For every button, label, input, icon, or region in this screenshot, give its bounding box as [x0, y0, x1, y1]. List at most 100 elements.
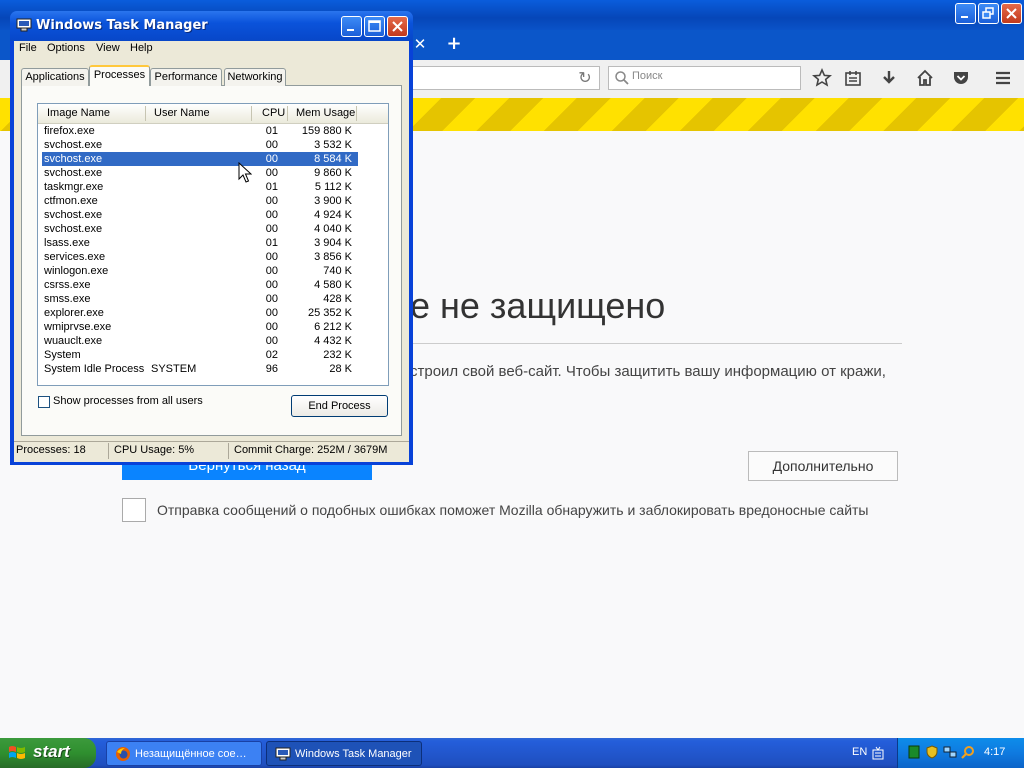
tab-applications[interactable]: Applications: [21, 68, 89, 86]
firefox-close-button[interactable]: [1001, 3, 1022, 24]
search-icon: [615, 71, 629, 85]
show-all-processes-checkbox[interactable]: [38, 396, 50, 408]
bookmarks-library-icon[interactable]: [843, 68, 863, 88]
taskmanager-maximize-button[interactable]: [364, 16, 385, 37]
table-row[interactable]: svchost.exe 00 8 584 K: [42, 152, 358, 166]
advanced-button[interactable]: Дополнительно: [748, 451, 898, 481]
language-indicator[interactable]: EN: [852, 746, 867, 758]
table-row[interactable]: wuauclt.exe 00 4 432 K: [42, 334, 358, 348]
process-name: csrss.exe: [44, 279, 91, 291]
process-cpu: 00: [265, 335, 278, 347]
tray-app-icon[interactable]: [907, 745, 921, 759]
column-separator[interactable]: [287, 106, 288, 121]
table-row[interactable]: ctfmon.exe 00 3 900 K: [42, 194, 358, 208]
table-row[interactable]: taskmgr.exe 01 5 112 K: [42, 180, 358, 194]
windows-flag-icon: [9, 746, 25, 759]
process-mem: 428 K: [323, 293, 352, 305]
table-row[interactable]: lsass.exe 01 3 904 K: [42, 236, 358, 250]
table-row[interactable]: explorer.exe 00 25 352 K: [42, 306, 358, 320]
download-icon[interactable]: [879, 68, 899, 88]
tab-processes[interactable]: Processes: [89, 65, 150, 86]
table-row[interactable]: System 02 232 K: [42, 348, 358, 362]
firefox-icon: [116, 747, 130, 761]
network-icon[interactable]: [943, 745, 957, 759]
search-placeholder: Поиск: [632, 70, 663, 82]
home-icon[interactable]: [915, 68, 935, 88]
firefox-restore-button[interactable]: [978, 3, 999, 24]
table-row[interactable]: smss.exe 00 428 K: [42, 292, 358, 306]
taskbar-task-taskmanager[interactable]: Windows Task Manager: [266, 741, 422, 766]
language-bar-icon[interactable]: [872, 746, 884, 760]
process-mem: 28 K: [329, 363, 352, 375]
tab-close-icon[interactable]: ✕: [412, 34, 428, 54]
pocket-icon[interactable]: [951, 68, 971, 88]
column-header-cpu[interactable]: CPU: [262, 107, 285, 119]
process-name: svchost.exe: [44, 153, 103, 165]
end-process-button[interactable]: End Process: [291, 395, 388, 417]
status-separator: [228, 443, 229, 459]
process-mem: 3 900 K: [314, 195, 352, 207]
process-cpu: 00: [265, 195, 278, 207]
taskmanager-icon: [275, 747, 291, 761]
process-cpu: 00: [265, 251, 278, 263]
search-tray-icon[interactable]: [961, 745, 975, 759]
column-header-user-name[interactable]: User Name: [154, 107, 210, 119]
process-name: System: [44, 349, 81, 361]
process-cpu: 00: [265, 279, 278, 291]
new-tab-icon[interactable]: +: [445, 34, 463, 54]
table-row[interactable]: services.exe 00 3 856 K: [42, 250, 358, 264]
process-mem: 4 580 K: [314, 279, 352, 291]
status-process-count: Processes: 18: [16, 444, 86, 456]
column-separator[interactable]: [145, 106, 146, 121]
process-name: explorer.exe: [44, 307, 104, 319]
column-separator[interactable]: [251, 106, 252, 121]
table-row[interactable]: svchost.exe 00 4 040 K: [42, 222, 358, 236]
security-shield-icon[interactable]: [925, 745, 939, 759]
column-header-mem-usage[interactable]: Mem Usage: [296, 107, 355, 119]
process-cpu: 96: [265, 363, 278, 375]
table-row[interactable]: System Idle Process SYSTEM 96 28 K: [42, 362, 358, 376]
report-errors-checkbox[interactable]: [122, 498, 146, 522]
taskmanager-minimize-button[interactable]: [341, 16, 362, 37]
menu-options[interactable]: Options: [47, 42, 85, 54]
process-name: wmiprvse.exe: [44, 321, 112, 333]
table-row[interactable]: wmiprvse.exe 00 6 212 K: [42, 320, 358, 334]
reload-icon[interactable]: ↻: [575, 68, 595, 88]
tab-networking[interactable]: Networking: [224, 68, 286, 86]
minimize-icon: [961, 16, 968, 18]
menu-icon[interactable]: [993, 68, 1013, 88]
process-mem: 6 212 K: [314, 321, 352, 333]
taskbar-task-label: Windows Task Manager: [295, 748, 412, 760]
table-row[interactable]: svchost.exe 00 4 924 K: [42, 208, 358, 222]
table-row[interactable]: svchost.exe 00 3 532 K: [42, 138, 358, 152]
divider: [410, 343, 902, 344]
process-cpu: 00: [265, 307, 278, 319]
status-separator: [108, 443, 109, 459]
taskbar-task-firefox[interactable]: Незащищённое сое…: [106, 741, 262, 766]
process-mem: 4 924 K: [314, 209, 352, 221]
table-row[interactable]: svchost.exe 00 9 860 K: [42, 166, 358, 180]
process-user: SYSTEM: [151, 363, 197, 375]
taskmanager-close-button[interactable]: [387, 16, 408, 37]
close-icon: [1006, 8, 1017, 19]
process-mem: 8 584 K: [314, 153, 352, 165]
menu-help[interactable]: Help: [130, 42, 153, 54]
process-name: wuauclt.exe: [44, 335, 103, 347]
menu-file[interactable]: File: [19, 42, 37, 54]
table-row[interactable]: firefox.exe 01 159 880 K: [42, 124, 358, 138]
restore-icon: [982, 7, 994, 19]
table-row[interactable]: csrss.exe 00 4 580 K: [42, 278, 358, 292]
close-icon: [392, 21, 403, 32]
status-cpu-usage: CPU Usage: 5%: [114, 444, 195, 456]
firefox-minimize-button[interactable]: [955, 3, 976, 24]
table-row[interactable]: winlogon.exe 00 740 K: [42, 264, 358, 278]
taskbar-task-label: Незащищённое сое…: [135, 748, 247, 760]
page-description: строил свой веб-сайт. Чтобы защитить ваш…: [410, 363, 886, 380]
menu-view[interactable]: View: [96, 42, 120, 54]
bookmark-star-icon[interactable]: [812, 68, 832, 88]
start-button-label: start: [33, 742, 70, 761]
tab-performance[interactable]: Performance: [150, 68, 222, 86]
column-header-image-name[interactable]: Image Name: [47, 107, 110, 119]
process-cpu: 00: [265, 139, 278, 151]
column-separator[interactable]: [356, 106, 357, 121]
